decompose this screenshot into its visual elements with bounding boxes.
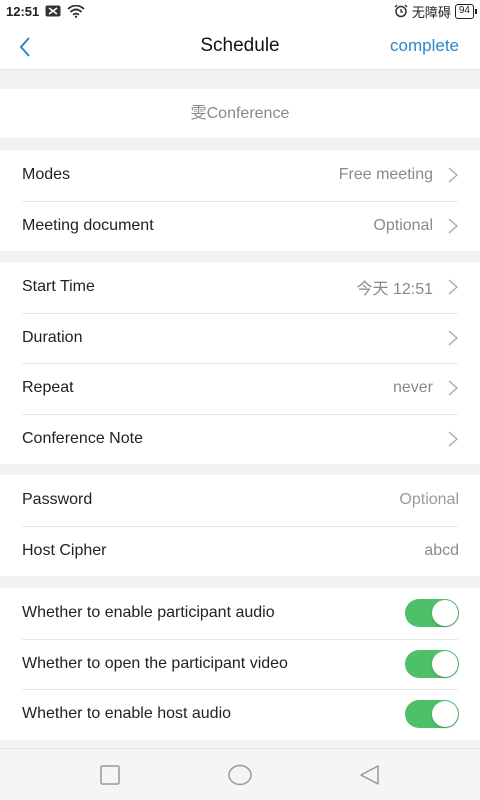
host-cipher-label: Host Cipher: [22, 541, 107, 559]
start-time-value: 今天 12:51: [356, 281, 434, 299]
media-section: Whether to enable participant audio Whet…: [0, 588, 480, 740]
meeting-document-value: Optional: [373, 216, 433, 234]
security-section: Password Host Cipher abcd: [0, 475, 480, 576]
modes-row[interactable]: Modes Free meeting: [0, 150, 480, 201]
host-audio-toggle[interactable]: [405, 700, 459, 729]
circle-icon: [228, 764, 252, 786]
mode-section: Modes Free meeting Meeting document Opti…: [0, 150, 480, 251]
square-icon: [100, 765, 120, 785]
modes-label: Modes: [22, 166, 71, 184]
password-label: Password: [22, 491, 93, 509]
host-audio-row: Whether to enable host audio: [0, 689, 480, 740]
meeting-document-label: Meeting document: [22, 216, 154, 234]
wifi-icon: [67, 4, 85, 18]
conference-topic-input[interactable]: [0, 89, 480, 138]
topic-section: [0, 89, 480, 138]
time-section: Start Time 今天 12:51 Duration Repeat neve…: [0, 262, 480, 464]
participant-audio-label: Whether to enable participant audio: [22, 604, 275, 622]
participant-video-row: Whether to open the participant video: [0, 638, 480, 690]
notification-icon: [45, 5, 61, 17]
chevron-right-icon: [447, 217, 459, 235]
status-bar: 12:51 无障碍 94: [0, 0, 480, 22]
participant-audio-toggle[interactable]: [405, 599, 459, 628]
repeat-label: Repeat: [22, 379, 74, 397]
toggle-knob: [432, 650, 458, 677]
recent-apps-button[interactable]: [98, 763, 122, 787]
duration-label: Duration: [22, 328, 83, 346]
repeat-value: never: [392, 379, 433, 397]
complete-button[interactable]: complete: [390, 22, 459, 70]
host-audio-label: Whether to enable host audio: [22, 705, 232, 723]
accessibility-text: 无障碍: [411, 4, 451, 20]
start-time-label: Start Time: [22, 278, 95, 296]
chevron-right-icon: [447, 379, 459, 397]
chevron-right-icon: [447, 430, 459, 448]
back-nav-button[interactable]: [358, 763, 382, 787]
participant-audio-row: Whether to enable participant audio: [0, 588, 480, 639]
host-cipher-value: abcd: [424, 541, 459, 559]
status-time: 12:51: [6, 3, 40, 19]
triangle-back-icon: [360, 765, 379, 785]
navigation-bar: [0, 748, 480, 800]
participant-video-label: Whether to open the participant video: [22, 654, 288, 672]
toggle-knob: [432, 600, 458, 627]
modes-value: Free meeting: [338, 166, 433, 184]
chevron-right-icon: [447, 278, 459, 296]
password-input[interactable]: [299, 491, 459, 510]
conference-note-label: Conference Note: [22, 429, 143, 447]
header: Schedule complete: [0, 22, 480, 70]
battery-indicator: 94: [454, 3, 478, 19]
meeting-document-row[interactable]: Meeting document Optional: [0, 200, 480, 252]
host-cipher-row[interactable]: Host Cipher abcd: [0, 525, 480, 577]
password-row: Password: [0, 475, 480, 526]
repeat-row[interactable]: Repeat never: [0, 363, 480, 414]
conference-note-row[interactable]: Conference Note: [0, 413, 480, 465]
alarm-icon: [394, 4, 408, 18]
home-button[interactable]: [228, 763, 252, 787]
toggle-knob: [432, 701, 458, 728]
chevron-right-icon: [447, 329, 459, 347]
chevron-right-icon: [447, 166, 459, 184]
start-time-row[interactable]: Start Time 今天 12:51: [0, 262, 480, 313]
participant-video-toggle[interactable]: [405, 649, 459, 678]
duration-row[interactable]: Duration: [0, 312, 480, 364]
